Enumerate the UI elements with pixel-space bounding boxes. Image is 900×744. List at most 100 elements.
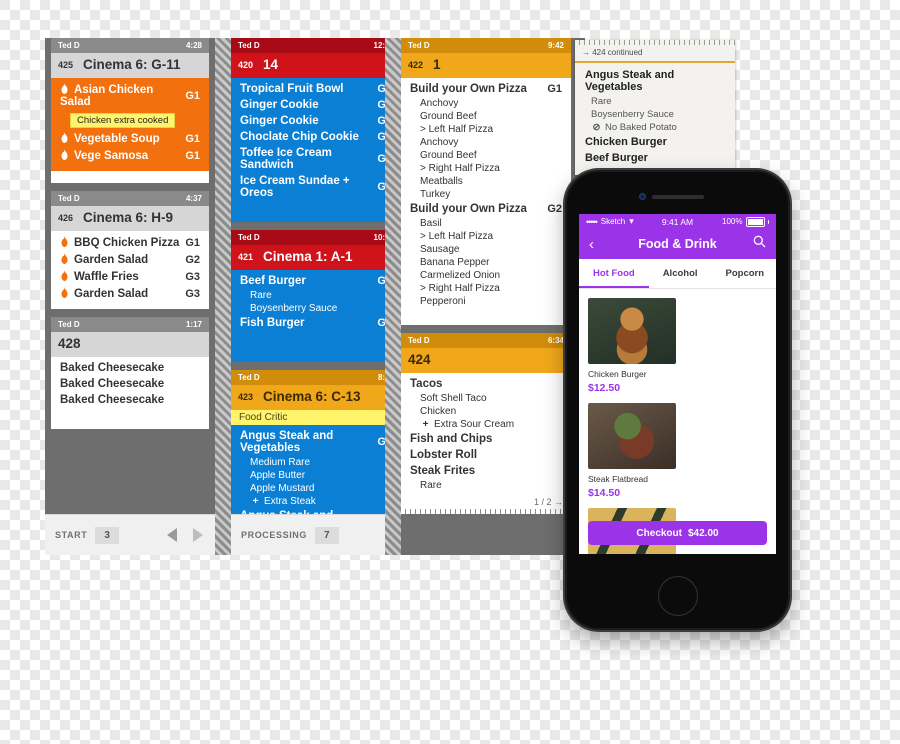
ticket-item[interactable]: Asian Chicken Salad G1 [51, 81, 209, 110]
ticket-item[interactable]: Waffle Fries G3 [51, 268, 209, 285]
ticket-title-bar: 428 [51, 332, 209, 357]
flame-icon [60, 253, 69, 264]
ticket-server: Ted D [238, 41, 260, 50]
order-ticket[interactable]: Ted D 4:28 425 Cinema 6: G-11 Asian Chic… [51, 38, 209, 183]
receipt-modifier: Boysenberry Sauce [591, 109, 674, 120]
receipt-continuation[interactable]: → 424 continued Angus Steak and Vegetabl… [575, 40, 735, 175]
ticket-item[interactable]: Baked Cheesecake [51, 376, 209, 392]
item-modifier: Sausage [420, 244, 460, 255]
checkout-button[interactable]: Checkout $42.00 [588, 521, 767, 545]
product-name: Chicken Burger [588, 369, 647, 379]
flame-icon [60, 83, 69, 94]
receipt-modifier-remove: ⊘ No Baked Potato [575, 121, 735, 134]
order-ticket[interactable]: Ted D 12:17 420 14 Tropical Fruit Bowl G… [231, 38, 401, 222]
search-icon[interactable] [753, 235, 766, 253]
status-bar: ••••• Sketch ▾ 9:41 AM 100% [579, 214, 776, 229]
kds-column-processing: Ted D 12:17 420 14 Tropical Fruit Bowl G… [231, 38, 401, 555]
tab-alcohol[interactable]: Alcohol [649, 259, 712, 288]
ticket-item[interactable]: Build your Own Pizza G2 [401, 201, 571, 217]
column-count-badge: 7 [315, 526, 339, 544]
ticket-title-bar: 420 14 [231, 53, 401, 78]
item-label: Vegetable Soup [74, 133, 160, 145]
ticket-item[interactable]: Garden Salad G3 [51, 285, 209, 302]
ticket-item[interactable]: Vegetable Soup G1 [51, 130, 209, 147]
item-seat: G1 [185, 132, 200, 145]
ticket-item[interactable]: Baked Cheesecake [51, 392, 209, 408]
flame-icon [60, 270, 69, 281]
home-button[interactable] [657, 576, 698, 616]
ticket-item[interactable]: Tropical Fruit Bowl G1 [231, 81, 401, 97]
tab-hot-food[interactable]: Hot Food [579, 259, 649, 288]
ticket-item[interactable]: Baked Cheesecake [51, 360, 209, 376]
checkout-label: Checkout [636, 527, 682, 539]
order-ticket[interactable]: Ted D 6:34 424 Tacos Soft Shell Taco Chi… [401, 333, 571, 514]
item-modifier: Rare [250, 290, 272, 301]
back-chevron-icon[interactable]: ‹ [589, 237, 594, 252]
ticket-number: 421 [238, 251, 254, 262]
kds-column-start: Ted D 4:28 425 Cinema 6: G-11 Asian Chic… [45, 38, 215, 555]
order-ticket[interactable]: Ted D 1:17 428 Baked Cheesecake Baked Ch… [51, 317, 209, 429]
ticket-item[interactable]: Lobster Roll [401, 447, 571, 463]
flame-icon [60, 149, 69, 160]
product-card[interactable]: Chicken Burger $12.50 [588, 298, 676, 394]
item-seat: G1 [547, 83, 562, 95]
receipt-header: → 424 continued [575, 45, 735, 63]
item-seat: G1 [185, 236, 200, 249]
order-ticket[interactable]: Ted D 9:42 422 1 Build your Own Pizza G1… [401, 38, 571, 325]
ticket-item[interactable]: Build your Own Pizza G1 [401, 81, 571, 97]
ticket-item[interactable]: Vege Samosa G1 [51, 147, 209, 164]
item-seat: G2 [547, 203, 562, 215]
product-image [588, 298, 676, 364]
ticket-item[interactable]: BBQ Chicken Pizza G1 [51, 234, 209, 251]
ticket-items: Asian Chicken Salad G1 Chicken extra coo… [51, 78, 209, 171]
item-modifier: Ground Beef [420, 111, 477, 122]
item-modifier: Pepperoni [420, 296, 466, 307]
ticket-items: BBQ Chicken Pizza G1 Garden Salad G2 Waf… [51, 231, 209, 309]
ticket-item[interactable]: Ginger Cookie G2 [231, 97, 401, 113]
item-note: Chicken extra cooked [70, 113, 176, 128]
column-divider [385, 38, 401, 555]
item-modifier: Rare [420, 480, 442, 491]
ticket-item[interactable]: Ice Cream Sundae + Oreos G6 [231, 173, 401, 201]
screenshot-stage: Ted D 4:28 425 Cinema 6: G-11 Asian Chic… [0, 0, 900, 744]
plus-icon: + [422, 419, 429, 430]
prev-page-arrow-icon[interactable] [167, 528, 177, 542]
ticket-number: 420 [238, 59, 254, 70]
ticket-number: 423 [238, 391, 254, 402]
tab-popcorn[interactable]: Popcorn [712, 259, 776, 288]
item-modifier: Basil [420, 218, 442, 229]
ticket-item[interactable]: Steak Frites [401, 463, 571, 479]
ticket-item[interactable]: Tacos [401, 376, 571, 392]
ticket-item[interactable]: Garden Salad G2 [51, 251, 209, 268]
item-modifier: Medium Rare [250, 457, 311, 468]
order-ticket[interactable]: Ted D 10:51 421 Cinema 1: A-1 Beef Burge… [231, 230, 401, 362]
item-modifier: Anchovy [420, 137, 459, 148]
item-seat: G3 [185, 287, 200, 300]
ticket-title: 428 [58, 336, 81, 351]
receipt-modifier: Rare [591, 96, 612, 107]
item-label: Beef Burger [240, 275, 306, 287]
item-label: Choclate Chip Cookie [240, 131, 359, 143]
order-ticket[interactable]: Ted D 4:37 426 Cinema 6: H-9 BBQ Chicken… [51, 191, 209, 309]
receipt-item: Chicken Burger [585, 136, 667, 148]
next-page-arrow-icon[interactable] [193, 528, 203, 542]
ticket-server: Ted D [408, 336, 430, 345]
receipt-item: Beef Burger [585, 152, 648, 164]
ticket-item[interactable]: Fish and Chips [401, 431, 571, 447]
item-label: Tropical Fruit Bowl [240, 83, 344, 95]
item-modifier-label: Extra Sour Cream [434, 419, 515, 430]
arrow-right-icon[interactable]: → [554, 497, 563, 507]
product-card[interactable]: Steak Flatbread $14.50 [588, 403, 676, 499]
ticket-item[interactable]: Fish Burger G3 [231, 315, 401, 331]
ticket-item[interactable]: Toffee Ice Cream Sandwich G5 [231, 145, 401, 173]
ticket-number: 422 [408, 59, 424, 70]
ticket-item[interactable]: Ginger Cookie G3 [231, 113, 401, 129]
item-modifier: Ground Beef [420, 150, 477, 161]
no-circle-icon: ⊘ [592, 122, 601, 133]
ticket-item[interactable]: Beef Burger G2 [231, 273, 401, 289]
ticket-item[interactable]: Angus Steak and Vegetables G1 [231, 428, 401, 456]
ticket-item[interactable]: Choclate Chip Cookie G4 [231, 129, 401, 145]
ticket-pager[interactable]: 1 / 2 → [534, 497, 563, 507]
ticket-title: Cinema 6: H-9 [83, 210, 174, 225]
nav-bar: ‹ Food & Drink [579, 229, 776, 259]
